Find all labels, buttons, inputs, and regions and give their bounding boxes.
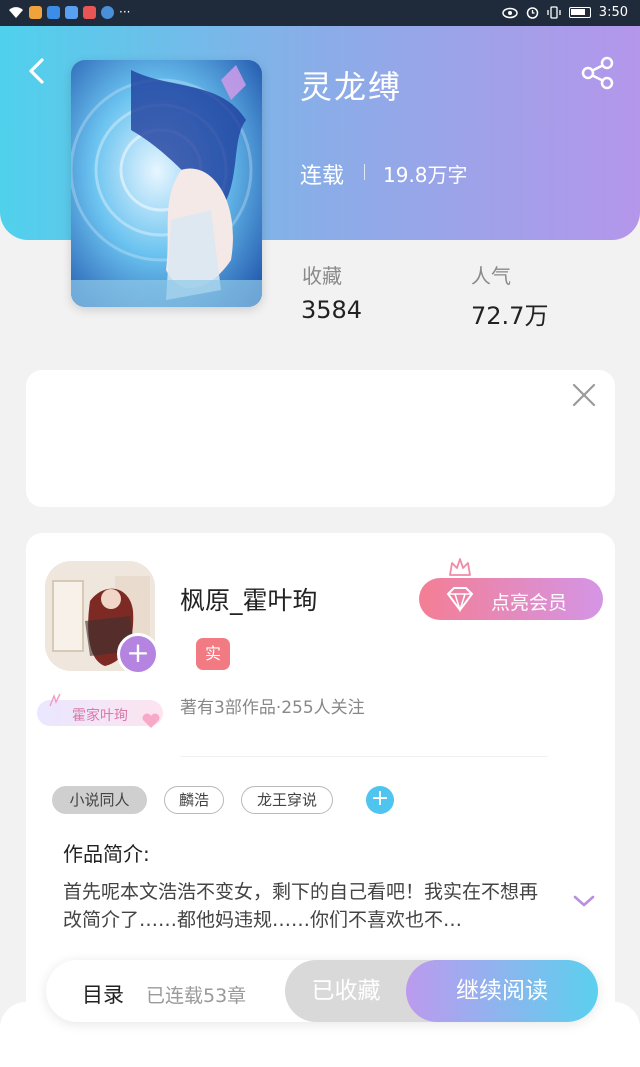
status-more: ··· xyxy=(119,5,131,19)
status-time: 3:50 xyxy=(598,5,628,20)
intro-heading: 作品简介: xyxy=(63,842,150,866)
alarm-icon xyxy=(526,7,539,19)
back-button[interactable] xyxy=(20,54,54,88)
status-bar-left: ··· xyxy=(8,5,130,19)
vibrate-icon xyxy=(547,6,561,19)
diamond-icon xyxy=(446,587,474,613)
close-icon xyxy=(572,383,596,407)
popularity-value: 72.7万 xyxy=(471,302,549,330)
intro-expand-button[interactable] xyxy=(572,892,596,910)
book-title: 灵龙缚 xyxy=(300,68,403,106)
puzzle-icon xyxy=(65,5,78,19)
favorites-value: 3584 xyxy=(301,296,363,324)
book-word-count: 19.8万字 xyxy=(383,163,468,187)
chevron-down-icon xyxy=(573,895,595,907)
cover-artwork xyxy=(71,60,262,307)
status-bar-right: 3:50 xyxy=(502,5,628,20)
ad-close-button[interactable] xyxy=(571,382,597,408)
app-icon-orange xyxy=(29,5,42,19)
fan-badge-text: 霍家叶珣 xyxy=(72,708,128,724)
share-icon xyxy=(581,56,614,90)
continue-reading-button[interactable]: 继续阅读 xyxy=(406,960,598,1022)
chevron-left-icon xyxy=(29,58,44,84)
status-bar: ··· 3:50 xyxy=(0,0,640,26)
tag-longwang[interactable]: 龙王穿说 xyxy=(241,786,333,814)
battery-icon xyxy=(568,7,591,18)
eye-icon xyxy=(502,7,518,18)
follow-author-button[interactable]: + xyxy=(117,633,159,675)
intro-text: 首先呢本文浩浩不变女，剩下的自己看吧！我实在不想再改简介了……都他妈违规……你们… xyxy=(63,881,539,931)
crown-icon xyxy=(449,558,471,576)
app-icon-red xyxy=(83,5,96,19)
add-tag-button[interactable]: + xyxy=(366,786,394,814)
tag-linhao[interactable]: 麟浩 xyxy=(164,786,224,814)
vip-button-label: 点亮会员 xyxy=(491,592,568,614)
author-meta: 著有3部作品·255人关注 xyxy=(180,698,365,718)
book-status: 连载 xyxy=(300,164,345,189)
ad-card xyxy=(26,370,615,507)
popularity-label: 人气 xyxy=(471,264,511,288)
author-divider xyxy=(180,756,548,757)
verified-badge: 实 xyxy=(196,638,230,670)
book-cover-image[interactable] xyxy=(71,60,262,307)
plus-icon: + xyxy=(126,636,150,669)
author-name[interactable]: 枫原_霍叶珣 xyxy=(180,581,318,617)
status-divider xyxy=(364,164,365,180)
vip-button[interactable]: 点亮会员 xyxy=(419,578,603,620)
favorites-label: 收藏 xyxy=(302,264,342,288)
wifi-icon xyxy=(9,6,23,18)
chapter-count: 已连载53章 xyxy=(146,985,247,1007)
share-button[interactable] xyxy=(578,54,618,94)
fan-badge: 霍家叶珣 xyxy=(37,692,163,732)
app-icon-globe xyxy=(101,5,114,19)
table-of-contents-button[interactable]: 目录 xyxy=(82,979,124,1009)
tag-novel-fanfic[interactable]: 小说同人 xyxy=(52,786,147,814)
app-icon-blue xyxy=(47,5,60,19)
